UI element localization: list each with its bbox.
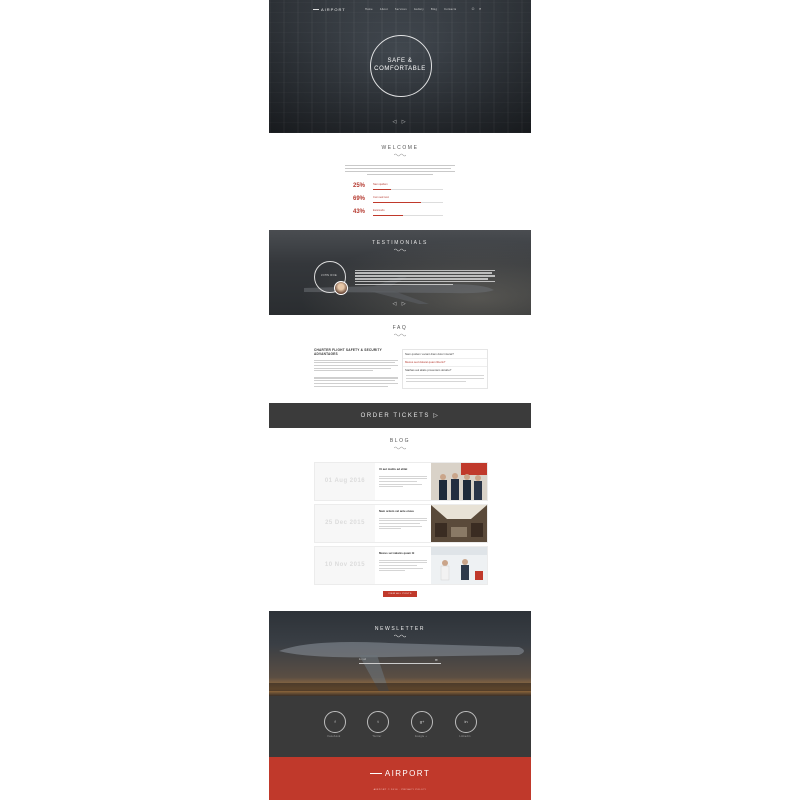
testimonial-arrows[interactable]: ◁ ▷ xyxy=(392,301,408,307)
user-icon[interactable]: ☺ xyxy=(471,7,475,11)
social-label: Linkedin xyxy=(459,735,471,738)
avatar xyxy=(334,281,348,295)
blog-image-terminal xyxy=(431,547,487,584)
social-label: Facebook xyxy=(327,735,341,738)
copyright-text: AIRPORT © 2016 · PRIVACY POLICY xyxy=(373,789,427,791)
blog-title: BLOG xyxy=(389,438,411,444)
faq-item[interactable]: Stathas aut alialo proveniam dorahe? xyxy=(405,368,451,372)
blog-post-title[interactable]: Mecus sel nalanis quam lit xyxy=(379,551,414,555)
blog-date: 10 Nov 2015 xyxy=(315,547,375,584)
blog-post-title[interactable]: Nam ordem vel ante etusa xyxy=(379,509,414,513)
newsletter-title: NEWSLETTER xyxy=(374,626,426,632)
blog-post[interactable]: 01 Aug 2016 Ut aut mattis ad elitat xyxy=(314,462,488,501)
social-label: Twitter xyxy=(372,735,382,738)
wave-divider-icon xyxy=(394,153,406,157)
stat-bar xyxy=(373,215,443,216)
faq-intro: CHARTER FLIGHT SAFETY & SECURITY ADVANTA… xyxy=(314,348,398,388)
stat-label: Euismodo xyxy=(373,209,385,212)
blog-image-crew xyxy=(431,463,487,500)
slider-arrows[interactable]: ◁ ▷ xyxy=(392,119,408,125)
testimonial-quote xyxy=(355,268,495,287)
newsletter-email-field[interactable]: E-mail ✉ xyxy=(359,658,441,664)
footer-logo[interactable]: AIRPORT xyxy=(269,769,531,778)
blog-date: 25 Dec 2015 xyxy=(315,505,375,542)
stat-label: Nam quidem xyxy=(373,183,388,186)
order-tickets-button[interactable]: ORDER TICKETS ▷ xyxy=(269,412,531,419)
testimonial-author: JOHN DOE xyxy=(320,274,338,277)
plane-icon xyxy=(369,773,382,775)
social-section: f Facebook t Twitter g+ Google + in Link… xyxy=(269,696,531,757)
top-nav: AIRPORT Home About Services Gallery Blog… xyxy=(269,0,531,18)
blog-date: 01 Aug 2016 xyxy=(315,463,375,500)
search-icon[interactable]: ⌕ xyxy=(479,7,483,11)
stat-bar-fill xyxy=(373,215,404,216)
facebook-icon[interactable]: f xyxy=(324,711,346,733)
faq-title: FAQ xyxy=(392,325,408,331)
wave-divider-icon xyxy=(394,248,406,252)
stat-bar-fill xyxy=(373,202,422,203)
nav-links: Home About Services Gallery Blog Contact… xyxy=(365,8,456,11)
brand-logo[interactable]: AIRPORT xyxy=(313,7,346,12)
order-tickets-banner[interactable]: ORDER TICKETS ▷ xyxy=(269,403,531,428)
nav-item-gallery[interactable]: Gallery xyxy=(414,8,424,11)
stat-bar xyxy=(373,189,443,190)
blog-post-title[interactable]: Ut aut mattis ad elitat xyxy=(379,467,407,471)
stat-bar-fill xyxy=(373,189,391,190)
plane-icon xyxy=(313,9,319,11)
wave-divider-icon xyxy=(394,333,406,337)
footer: AIRPORT AIRPORT © 2016 · PRIVACY POLICY xyxy=(269,757,531,800)
nav-item-services[interactable]: Services xyxy=(395,8,407,11)
faq-item[interactable]: Nam quidem vocant diam dolor interat? xyxy=(405,352,454,356)
blog-image-cabin xyxy=(431,505,487,542)
stat-percent: 43% xyxy=(353,209,366,215)
welcome-title: WELCOME xyxy=(381,145,419,151)
send-mail-icon[interactable]: ✉ xyxy=(435,658,440,662)
email-placeholder: E-mail xyxy=(359,658,367,661)
nav-item-home[interactable]: Home xyxy=(365,8,373,11)
hero-section: AIRPORT Home About Services Gallery Blog… xyxy=(269,0,531,133)
blog-post[interactable]: 25 Dec 2015 Nam ordem vel ante etusa xyxy=(314,504,488,543)
wave-divider-icon xyxy=(394,634,406,638)
nav-item-about[interactable]: About xyxy=(380,8,388,11)
welcome-paragraph xyxy=(345,163,455,177)
stat-row: 43% Euismodo xyxy=(353,209,463,219)
google-plus-icon[interactable]: g+ xyxy=(411,711,433,733)
faq-accordion: Nam quidem vocant diam dolor interat? Me… xyxy=(402,349,488,389)
page: AIRPORT Home About Services Gallery Blog… xyxy=(269,0,531,800)
stat-percent: 69% xyxy=(353,196,366,202)
newsletter-section: NEWSLETTER E-mail ✉ xyxy=(269,611,531,696)
nav-item-contacts[interactable]: Contacts xyxy=(444,8,456,11)
view-all-posts-button[interactable]: VIEW ALL POSTS xyxy=(383,591,417,597)
hero-title: SAFE & COMFORTABLE xyxy=(374,58,426,72)
faq-item[interactable]: Mecus sed dolorat quam liberis? xyxy=(405,360,445,364)
testimonials-title: TESTIMONIALS xyxy=(372,240,428,246)
stat-row: 25% Nam quidem xyxy=(353,183,463,193)
faq-heading: CHARTER FLIGHT SAFETY & SECURITY ADVANTA… xyxy=(314,348,382,356)
social-label: Google + xyxy=(414,735,428,738)
blog-post[interactable]: 10 Nov 2015 Mecus sel nalanis quam lit xyxy=(314,546,488,585)
nav-item-blog[interactable]: Blog xyxy=(431,8,437,11)
stat-label: Cum sed tunc xyxy=(373,196,390,199)
stat-row: 69% Cum sed tunc xyxy=(353,196,463,206)
twitter-icon[interactable]: t xyxy=(367,711,389,733)
stat-bar xyxy=(373,202,443,203)
wave-divider-icon xyxy=(394,446,406,450)
linkedin-icon[interactable]: in xyxy=(455,711,477,733)
stat-percent: 25% xyxy=(353,183,366,189)
